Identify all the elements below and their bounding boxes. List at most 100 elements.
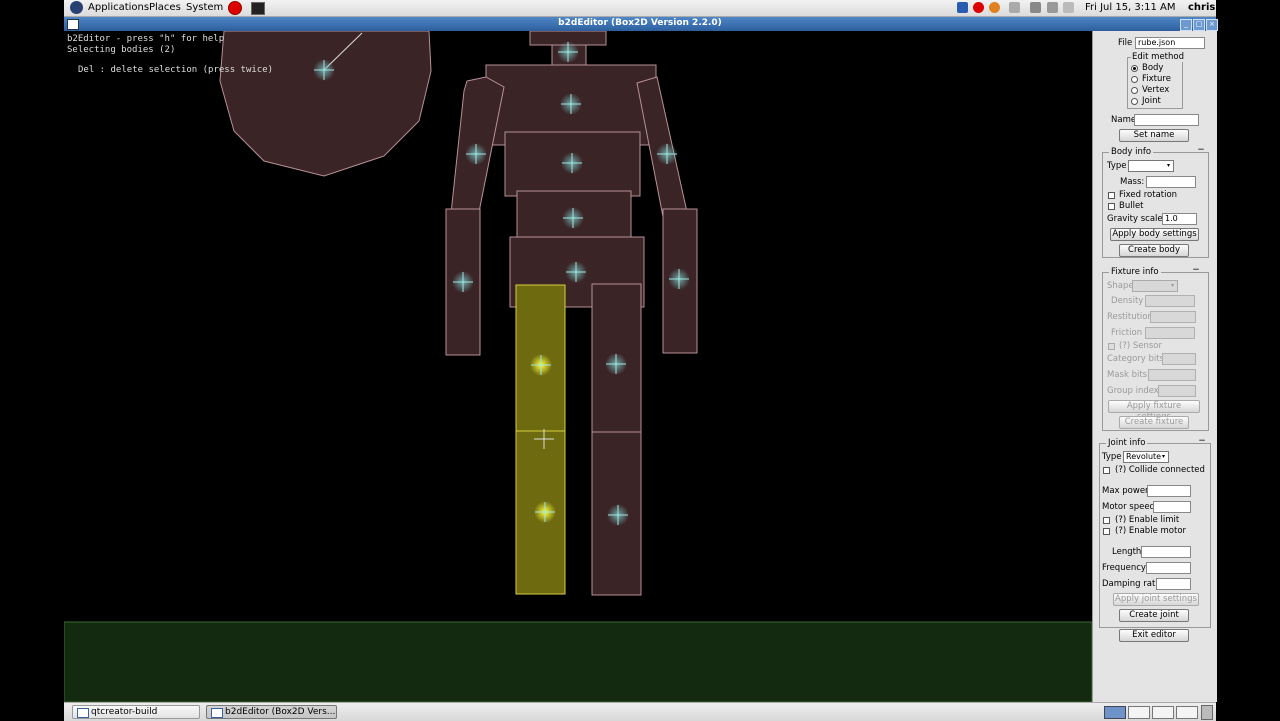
collide-connected-label[interactable]: (?) Collide connected: [1115, 465, 1205, 475]
enable-limit-checkbox[interactable]: [1103, 517, 1110, 524]
enable-limit-label[interactable]: (?) Enable limit: [1115, 515, 1179, 525]
center-marker-left-shin: [534, 501, 556, 523]
joint-type-value: Revolute: [1126, 452, 1162, 461]
file-field[interactable]: rube.json: [1135, 37, 1205, 49]
menu-places[interactable]: Places: [149, 1, 181, 15]
apply-joint-settings-button[interactable]: Apply joint settings: [1113, 593, 1199, 606]
tray-volume-icon[interactable]: [1030, 2, 1041, 13]
center-marker-lower-belly: [562, 207, 584, 229]
set-name-button[interactable]: Set name: [1119, 129, 1189, 142]
ground-body[interactable]: [64, 621, 1092, 702]
collide-connected-checkbox[interactable]: [1103, 467, 1110, 474]
tray-network-icon[interactable]: [1009, 2, 1020, 13]
friction-field[interactable]: [1145, 327, 1195, 339]
taskbar-item-label: qtcreator-build: [91, 707, 158, 717]
close-button[interactable]: ×: [1206, 19, 1218, 31]
name-label: Name: [1111, 115, 1137, 125]
apply-fixture-settings-button[interactable]: Apply fixture settings: [1108, 400, 1200, 422]
length-field[interactable]: [1141, 546, 1191, 558]
restitution-field[interactable]: [1150, 311, 1196, 323]
trash-icon[interactable]: [1201, 705, 1213, 720]
joint-type-select[interactable]: Revolute ▾: [1123, 451, 1169, 463]
taskbar-item-b2deditor[interactable]: b2dEditor (Box2D Vers...: [206, 705, 337, 719]
create-body-button[interactable]: Create body: [1119, 244, 1189, 257]
center-marker-neck: [557, 41, 579, 63]
motor-speed-field[interactable]: [1153, 501, 1191, 513]
tray-cookie-icon[interactable]: [989, 2, 1000, 13]
workspace-4-icon[interactable]: [1176, 706, 1198, 719]
edit-method-fixture-radio[interactable]: [1131, 76, 1138, 83]
user-name[interactable]: chris: [1188, 1, 1215, 15]
edit-method-vertex-radio[interactable]: [1131, 87, 1138, 94]
center-marker-left-forearm: [452, 271, 474, 293]
center-marker-chest: [560, 93, 582, 115]
center-marker-wheel: [313, 59, 335, 81]
sensor-checkbox[interactable]: [1108, 343, 1115, 350]
joint-info-collapse-button[interactable]: −: [1197, 437, 1207, 447]
fixture-info-collapse-button[interactable]: −: [1191, 266, 1201, 276]
fixed-rotation-checkbox[interactable]: [1108, 192, 1115, 199]
workspace-3-icon[interactable]: [1152, 706, 1174, 719]
taskbar-item-qtcreator-build[interactable]: qtcreator-build: [72, 705, 200, 719]
window-titlebar[interactable]: b2dEditor (Box2D Version 2.2.0) _ □ ×: [64, 17, 1218, 31]
enable-motor-label[interactable]: (?) Enable motor: [1115, 526, 1186, 536]
top-panel: Applications Places System Fri Jul 15, 3…: [64, 0, 1216, 17]
center-marker-upper-belly: [561, 152, 583, 174]
create-fixture-button[interactable]: Create fixture: [1119, 416, 1189, 429]
clock[interactable]: Fri Jul 15, 3:11 AM: [1085, 1, 1176, 15]
exit-editor-button[interactable]: Exit editor: [1119, 629, 1189, 642]
fedora-logo-icon[interactable]: [70, 1, 83, 14]
body-type-select[interactable]: ▾: [1128, 160, 1174, 172]
tray-opera-icon[interactable]: [973, 2, 984, 13]
density-field[interactable]: [1145, 295, 1195, 307]
group-index-field[interactable]: [1158, 385, 1196, 397]
bottom-taskbar: qtcreator-build b2dEditor (Box2D Vers...: [64, 702, 1216, 721]
edit-method-title: Edit method: [1131, 52, 1185, 62]
bullet-label[interactable]: Bullet: [1119, 201, 1144, 211]
edit-method-body-radio[interactable]: [1131, 65, 1138, 72]
workspace-switcher-icon[interactable]: [1104, 706, 1126, 719]
tray-display-icon[interactable]: [1047, 2, 1058, 13]
minimize-button[interactable]: _: [1180, 19, 1192, 31]
workspace-2-icon[interactable]: [1128, 706, 1150, 719]
sensor-label[interactable]: (?) Sensor: [1119, 341, 1162, 351]
group-index-label: Group index: [1107, 386, 1159, 396]
center-marker-right-forearm: [668, 268, 690, 290]
tray-app-icon[interactable]: [957, 2, 968, 13]
create-joint-button[interactable]: Create joint: [1119, 609, 1189, 622]
menu-system[interactable]: System: [186, 1, 223, 15]
opera-launcher-icon[interactable]: [228, 1, 242, 15]
damping-ratio-field[interactable]: [1156, 578, 1191, 590]
body-info-collapse-button[interactable]: −: [1196, 146, 1206, 156]
enable-motor-checkbox[interactable]: [1103, 528, 1110, 535]
fixed-rotation-label[interactable]: Fixed rotation: [1119, 190, 1177, 200]
tray-battery-icon[interactable]: [1063, 2, 1074, 13]
editor-panel: File rube.json Edit method Body Fixture …: [1092, 31, 1217, 702]
max-power-field[interactable]: [1147, 485, 1191, 497]
scene-svg[interactable]: [64, 31, 1092, 702]
edit-method-fixture-label[interactable]: Fixture: [1142, 74, 1171, 84]
gravity-scale-field[interactable]: 1.0: [1162, 213, 1197, 225]
mask-bits-field[interactable]: [1148, 369, 1196, 381]
damping-ratio-label: Damping ratio: [1102, 579, 1163, 589]
name-field[interactable]: [1134, 114, 1199, 126]
edit-method-vertex-label[interactable]: Vertex: [1142, 85, 1169, 95]
console-help-line: b2Editor - press "h" for help: [67, 34, 225, 44]
mass-field[interactable]: [1146, 176, 1196, 188]
apply-body-settings-button[interactable]: Apply body settings: [1110, 228, 1199, 241]
frequency-field[interactable]: [1146, 562, 1191, 574]
maximize-button[interactable]: □: [1193, 19, 1205, 31]
category-bits-field[interactable]: [1162, 353, 1196, 365]
shape-select[interactable]: ▾: [1132, 280, 1178, 292]
terminal-launcher-icon[interactable]: [251, 2, 265, 15]
bullet-checkbox[interactable]: [1108, 203, 1115, 210]
edit-method-body-label[interactable]: Body: [1142, 63, 1163, 73]
physics-canvas[interactable]: b2Editor - press "h" for help Selecting …: [64, 31, 1092, 702]
menu-applications[interactable]: Applications: [88, 1, 149, 15]
center-marker-right-thigh: [605, 353, 627, 375]
category-bits-label: Category bits: [1107, 354, 1165, 364]
frequency-label: Frequency: [1102, 563, 1146, 573]
edit-method-joint-radio[interactable]: [1131, 98, 1138, 105]
edit-method-joint-label[interactable]: Joint: [1142, 96, 1161, 106]
wheel-body[interactable]: [219, 31, 432, 177]
